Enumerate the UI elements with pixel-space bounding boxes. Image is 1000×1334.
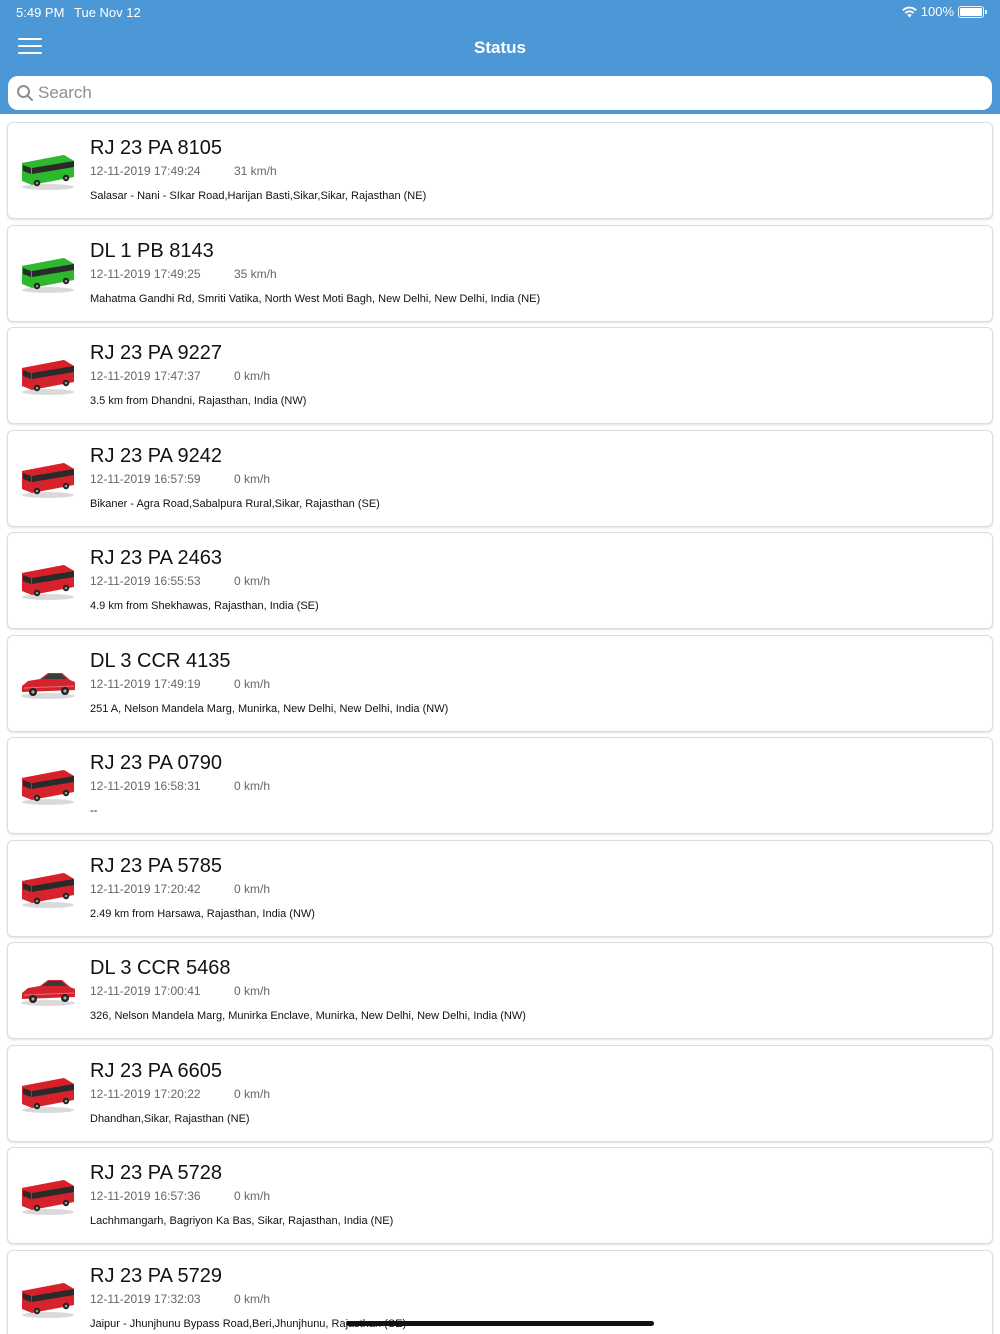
vehicle-card[interactable]: RJ 23 PA 0790 12-11-2019 16:58:31 0 km/h --: [7, 737, 993, 834]
bus-icon: [18, 252, 78, 294]
home-indicator: [346, 1321, 654, 1326]
battery-percent: 100%: [920, 4, 954, 19]
vehicle-plate: RJ 23 PA 9242: [90, 444, 222, 467]
vehicle-card[interactable]: DL 3 CCR 5468 12-11-2019 17:00:41 0 km/h 32…: [7, 942, 993, 1039]
search-input[interactable]: [38, 76, 978, 110]
vehicle-plate: DL 1 PB 8143: [90, 239, 214, 262]
search-icon: [17, 85, 33, 101]
vehicle-speed: 0 km/h: [234, 984, 271, 998]
vehicle-speed: 0 km/h: [234, 1086, 271, 1101]
car-icon: [18, 662, 78, 704]
vehicle-speed: 0 km/h: [234, 471, 271, 486]
vehicle-speed: 31 km/h: [234, 164, 277, 178]
navigation-bar: Status: [0, 26, 1000, 70]
vehicle-plate: RJ 23 PA 5729: [90, 1264, 222, 1287]
vehicle-plate: RJ 23 PA 0790: [90, 752, 222, 774]
vehicle-address: Bikaner - Agra Road,Sabalpura Rural,Sika…: [90, 497, 380, 510]
status-right: 100%: [902, 4, 987, 19]
vehicle-timestamp: 12-11-2019 17:20:42: [90, 881, 201, 896]
vehicle-address: --: [90, 805, 98, 817]
page-title: Status: [474, 38, 526, 57]
vehicle-timestamp: 12-11-2019 16:57:36: [90, 1189, 201, 1203]
vehicle-timestamp: 12-11-2019 16:58:31: [90, 779, 201, 793]
vehicle-card[interactable]: RJ 23 PA 8105 12-11-2019 17:49:24 31 km/h S…: [7, 122, 993, 219]
vehicle-plate: RJ 23 PA 2463: [90, 547, 222, 569]
vehicle-address: 4.9 km from Shekhawas, Rajasthan, India …: [90, 600, 319, 612]
vehicle-timestamp: 12-11-2019 17:32:03: [90, 1291, 201, 1306]
wifi-icon: [902, 6, 917, 17]
vehicle-card[interactable]: RJ 23 PA 6605 12-11-2019 17:20:22 0 km/h Dh…: [7, 1044, 993, 1142]
vehicle-plate: RJ 23 PA 6605: [90, 1059, 222, 1082]
vehicle-card[interactable]: RJ 23 PA 9227 12-11-2019 17:47:37 0 km/h 3.…: [7, 327, 993, 424]
bus-icon: [18, 867, 78, 909]
vehicle-timestamp: 12-11-2019 16:55:53: [90, 574, 201, 588]
vehicle-plate: RJ 23 PA 5728: [90, 1162, 222, 1184]
bus-icon: [18, 559, 78, 601]
vehicle-card[interactable]: RJ 23 PA 9242 12-11-2019 16:57:59 0 km/h Bi…: [7, 429, 993, 527]
vehicle-speed: 0 km/h: [234, 779, 271, 793]
vehicle-card[interactable]: RJ 23 PA 5785 12-11-2019 17:20:42 0 km/h 2.…: [7, 839, 993, 937]
vehicle-timestamp: 12-11-2019 16:57:59: [90, 471, 201, 486]
vehicle-card[interactable]: RJ 23 PA 5728 12-11-2019 16:57:36 0 km/h La…: [7, 1147, 993, 1244]
vehicle-speed: 0 km/h: [234, 574, 271, 588]
vehicle-plate: RJ 23 PA 9227: [90, 342, 222, 364]
search-bar[interactable]: [8, 76, 992, 110]
bus-icon: [18, 149, 78, 191]
vehicle-plate: DL 3 CCR 5468: [90, 957, 231, 979]
vehicle-address: 2.49 km from Harsawa, Rajasthan, India (…: [90, 907, 315, 920]
vehicle-timestamp: 12-11-2019 17:00:41: [90, 984, 201, 998]
status-time: 5:49 PM: [16, 5, 65, 20]
vehicle-address: 326, Nelson Mandela Marg, Munirka Enclav…: [90, 1010, 526, 1022]
vehicle-speed: 0 km/h: [234, 676, 271, 691]
vehicle-speed: 35 km/h: [234, 266, 277, 281]
vehicle-card[interactable]: DL 3 CCR 4135 12-11-2019 17:49:19 0 km/h 25…: [7, 634, 993, 732]
status-bar: 5:49 PM Tue Nov 12 100%: [0, 0, 1000, 24]
vehicle-speed: 0 km/h: [234, 369, 271, 383]
vehicle-timestamp: 12-11-2019 17:20:22: [90, 1086, 201, 1101]
vehicle-address: 251 A, Nelson Mandela Marg, Munirka, New…: [90, 702, 449, 715]
vehicle-timestamp: 12-11-2019 17:49:25: [90, 266, 201, 281]
vehicle-card[interactable]: DL 1 PB 8143 12-11-2019 17:49:25 35 km/h Ma…: [7, 224, 993, 322]
car-icon: [18, 969, 78, 1011]
bus-icon: [18, 1277, 78, 1319]
battery-icon: [958, 5, 987, 18]
bus-icon: [18, 1174, 78, 1216]
bus-icon: [18, 1072, 78, 1114]
vehicle-timestamp: 12-11-2019 17:49:24: [90, 164, 201, 178]
vehicle-speed: 0 km/h: [234, 1189, 271, 1203]
vehicle-plate: RJ 23 PA 8105: [90, 137, 222, 159]
status-date: Tue Nov 12: [74, 5, 141, 20]
vehicle-address: Dhandhan,Sikar, Rajasthan (NE): [90, 1112, 250, 1125]
vehicle-timestamp: 12-11-2019 17:49:19: [90, 676, 201, 691]
vehicle-timestamp: 12-11-2019 17:47:37: [90, 369, 201, 383]
vehicle-speed: 0 km/h: [234, 881, 271, 896]
vehicle-card[interactable]: RJ 23 PA 2463 12-11-2019 16:55:53 0 km/h 4.…: [7, 532, 993, 629]
vehicle-address: 3.5 km from Dhandni, Rajasthan, India (N…: [90, 395, 307, 407]
app-header: 5:49 PM Tue Nov 12 100% Status: [0, 0, 1000, 114]
vehicle-plate: DL 3 CCR 4135: [90, 649, 231, 672]
bus-icon: [18, 457, 78, 499]
vehicle-address: Mahatma Gandhi Rd, Smriti Vatika, North …: [90, 292, 541, 305]
vehicle-plate: RJ 23 PA 5785: [90, 854, 222, 877]
bus-icon: [18, 764, 78, 806]
vehicle-speed: 0 km/h: [234, 1291, 271, 1306]
vehicle-address: Salasar - Nani - SIkar Road,Harijan Bast…: [90, 190, 427, 202]
vehicle-address: Lachhmangarh, Bagriyon Ka Bas, Sikar, Ra…: [90, 1215, 394, 1227]
bus-icon: [18, 354, 78, 396]
